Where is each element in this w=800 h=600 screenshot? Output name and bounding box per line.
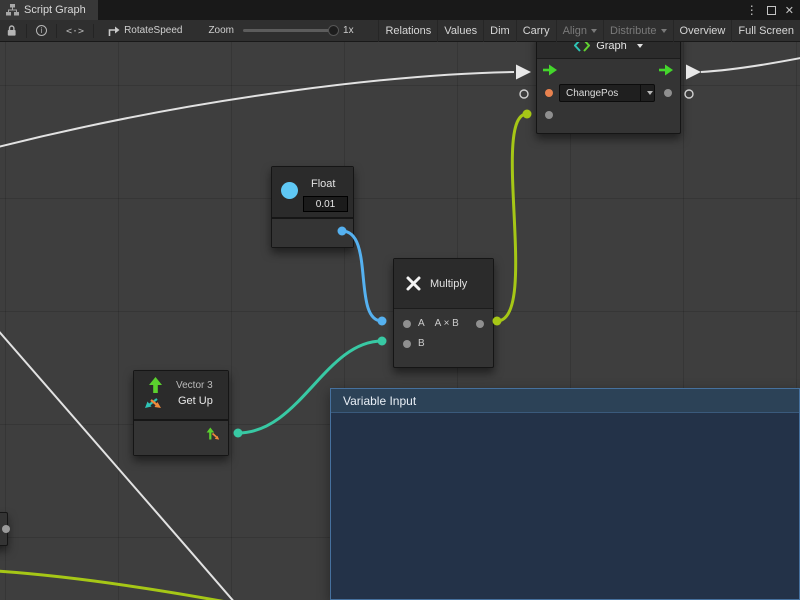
vector-up-arrow-icon [148, 377, 163, 394]
graph-value-row: ChangePos [537, 81, 680, 105]
distribute-button: Distribute [603, 20, 672, 42]
vector-type-label: Vector 3 [176, 380, 213, 391]
offscreen-node[interactable] [0, 512, 8, 546]
float-node[interactable]: Float 0.01 [271, 166, 354, 248]
float-circle-icon [281, 182, 298, 199]
variable-input-title: Variable Input [343, 394, 416, 408]
input-b-label: B [418, 338, 425, 349]
multiply-node-title: Multiply [430, 278, 467, 290]
overview-button[interactable]: Overview [673, 20, 732, 42]
tab-title: Script Graph [24, 4, 86, 16]
tab-script-graph[interactable]: Script Graph [0, 0, 98, 20]
graph-breadcrumb[interactable]: RotateSpeed [107, 25, 182, 37]
vector3-port-icon[interactable] [206, 427, 221, 442]
info-button[interactable] [32, 20, 51, 42]
float-node-body [272, 219, 353, 247]
object-port[interactable] [545, 89, 553, 97]
chevron-down-icon [640, 85, 654, 101]
vector-node-title: Get Up [178, 395, 213, 407]
align-button: Align [556, 20, 603, 42]
changepos-dropdown-value: ChangePos [560, 88, 640, 99]
kebab-menu-icon[interactable] [746, 1, 758, 19]
lock-button[interactable] [2, 20, 21, 42]
multiply-node-body: A A × B B [394, 309, 493, 367]
graph-input-row [537, 105, 680, 125]
window-controls [746, 0, 794, 20]
maximize-icon[interactable] [767, 6, 776, 15]
graph-name-label: RotateSpeed [124, 25, 182, 36]
float-node-title: Float [311, 178, 335, 190]
fullscreen-button[interactable]: Full Screen [731, 20, 800, 42]
navigate-button[interactable] [62, 20, 88, 42]
flow-out-arrow-icon[interactable] [659, 64, 674, 76]
multiply-node-header[interactable]: Multiply [394, 259, 493, 309]
toolbar-buttons: Relations Values Dim Carry Align Distrib… [378, 20, 800, 42]
value-in-port[interactable] [545, 111, 553, 119]
graph-arrow-icon [107, 25, 120, 37]
multiply-row-b: B [394, 334, 493, 353]
chevron-down-icon [591, 29, 597, 33]
vector-diagonal-arrows-icon [143, 397, 163, 410]
float-value-field[interactable]: 0.01 [303, 196, 348, 212]
graph-unit-node[interactable]: Graph ChangePos [536, 32, 681, 134]
script-graph-icon [6, 4, 19, 16]
input-b-port[interactable] [403, 340, 411, 348]
graph-toolbar: RotateSpeed Zoom 1x Relations Values Dim… [0, 20, 800, 42]
input-a-port[interactable] [403, 320, 411, 328]
zoom-slider[interactable] [243, 29, 335, 32]
zoom-value: 1x [343, 25, 354, 36]
changepos-dropdown[interactable]: ChangePos [559, 84, 655, 102]
vector-get-up-node[interactable]: Vector 3 Get Up [133, 370, 229, 456]
output-port[interactable] [476, 320, 484, 328]
input-a-label: A [418, 318, 425, 329]
flow-in-arrow-icon[interactable] [543, 64, 558, 76]
zoom-slider-handle[interactable] [328, 25, 339, 36]
multiply-x-icon [405, 275, 422, 292]
carry-button[interactable]: Carry [516, 20, 556, 42]
dim-button[interactable]: Dim [483, 20, 516, 42]
values-button[interactable]: Values [437, 20, 483, 42]
float-node-header[interactable]: Float 0.01 [272, 167, 353, 217]
chevron-down-icon [661, 29, 667, 33]
angle-brackets-icon [66, 25, 84, 37]
variable-input-header[interactable]: Variable Input [331, 389, 799, 413]
chevron-down-icon [637, 44, 643, 48]
value-out-port[interactable] [664, 89, 672, 97]
variable-input-panel: Variable Input [330, 388, 800, 600]
multiply-row-a: A A × B [394, 314, 493, 333]
info-icon [36, 25, 47, 36]
lock-icon [6, 24, 17, 37]
relations-button[interactable]: Relations [378, 20, 437, 42]
vector-node-header[interactable]: Vector 3 Get Up [134, 371, 228, 419]
zoom-label: Zoom [208, 25, 234, 36]
graph-flow-row [537, 59, 680, 81]
output-label: A × B [435, 318, 459, 329]
multiply-node[interactable]: Multiply A A × B B [393, 258, 494, 368]
close-icon[interactable] [785, 1, 794, 19]
vector-node-body [134, 421, 228, 455]
tab-bar: Script Graph [0, 0, 800, 20]
